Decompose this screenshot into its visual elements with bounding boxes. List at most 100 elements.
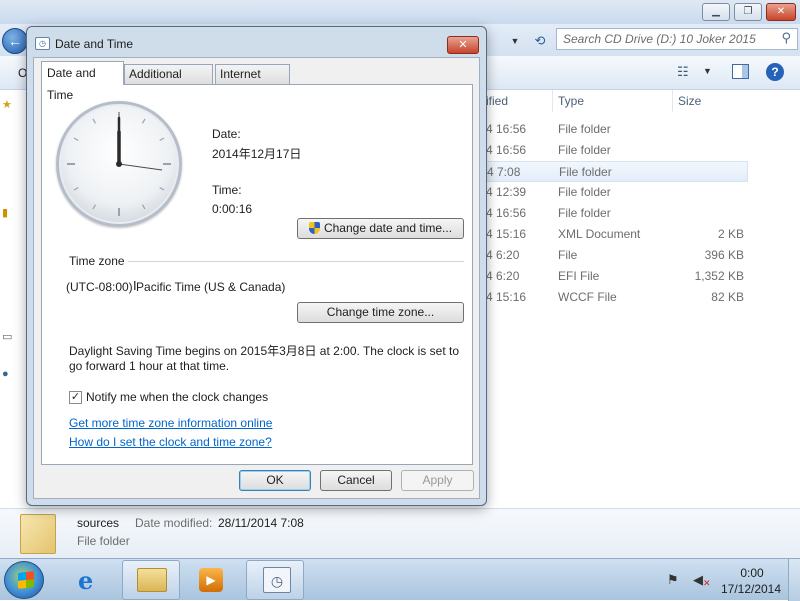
maximize-button[interactable]: ❐ [734, 3, 762, 21]
time-zone-info-link[interactable]: Get more time zone information online [69, 416, 272, 430]
refresh-icon[interactable]: ⟲ [530, 32, 550, 50]
file-row[interactable]: 4 15:16 XML Document 2 KB [486, 224, 800, 245]
file-row[interactable]: 4 16:56 File folder [486, 203, 800, 224]
details-name: sources [77, 516, 120, 530]
network-icon[interactable]: ● [2, 368, 9, 380]
start-button[interactable] [4, 561, 44, 599]
file-modified: 4 16:56 [486, 206, 527, 220]
text-cursor-icon: I [133, 278, 137, 293]
file-row[interactable]: 4 16:56 File folder [486, 140, 800, 161]
search-icon[interactable]: ⚲ [781, 30, 791, 46]
file-modified: 4 16:56 [486, 143, 527, 157]
hour-mark [73, 186, 79, 191]
taskbar-internet-explorer[interactable]: e [68, 560, 114, 600]
analog-clock-face [67, 112, 171, 216]
time-value: 0:00:16 [212, 202, 253, 216]
dialog-close-button[interactable]: ✕ [447, 36, 479, 54]
apply-button[interactable]: Apply [401, 470, 474, 491]
navigation-pane: ★ ▮ ▭ ● [0, 90, 20, 508]
folder-icon [20, 514, 56, 554]
file-row[interactable]: 4 12:39 File folder [486, 182, 800, 203]
file-modified: 4 15:16 [486, 290, 527, 304]
favorites-icon[interactable]: ★ [2, 98, 12, 111]
views-icon[interactable]: ☷ [677, 64, 689, 80]
time-label: Time: [212, 183, 242, 197]
date-time-icon: ◷ [35, 37, 50, 50]
file-row-selected[interactable]: 4 7:08 File folder [486, 161, 748, 182]
action-center-flag-icon[interactable]: ⚑ [667, 572, 679, 588]
taskbar-date-time[interactable]: ◷ [246, 560, 304, 600]
column-divider[interactable] [672, 90, 673, 112]
tab-date-and-time[interactable]: Date and Time [41, 61, 124, 102]
file-row[interactable]: 4 16:56 File folder [486, 119, 800, 140]
file-row[interactable]: 4 15:16 WCCF File 82 KB [486, 287, 800, 308]
preview-pane-icon[interactable] [732, 64, 749, 79]
file-row[interactable]: 4 6:20 EFI File 1,352 KB [486, 266, 800, 287]
file-modified: 4 12:39 [486, 185, 527, 199]
ok-button[interactable]: OK [239, 470, 311, 491]
tab-additional-clocks[interactable]: Additional Clocks [124, 64, 213, 99]
help-icon[interactable]: ? [766, 63, 784, 81]
hour-mark [92, 118, 97, 124]
details-type: File folder [77, 534, 130, 548]
hour-mark [92, 204, 97, 210]
back-button[interactable]: ← [2, 28, 28, 54]
file-row[interactable]: 4 6:20 File 396 KB [486, 245, 800, 266]
tab-internet-time[interactable]: Internet Time [215, 64, 290, 99]
dialog-title: Date and Time [55, 37, 134, 51]
minimize-button[interactable]: ▁ [702, 3, 730, 21]
explorer-close-button[interactable]: ✕ [766, 3, 796, 21]
file-modified: 4 6:20 [486, 269, 520, 283]
file-type: File folder [558, 206, 611, 220]
libraries-icon[interactable]: ▮ [2, 206, 8, 219]
search-input[interactable]: Search CD Drive (D:) 10 Joker 2015 ⚲ [556, 28, 798, 50]
file-list-header: ified Type Size [486, 90, 800, 112]
change-date-time-button[interactable]: Change date and time... [297, 218, 464, 239]
hour-mark [159, 137, 165, 142]
file-type: EFI File [558, 269, 600, 283]
internet-explorer-icon: e [78, 566, 94, 595]
change-time-zone-button[interactable]: Change time zone... [297, 302, 464, 323]
calendar-clock-icon: ◷ [263, 567, 291, 593]
file-modified: 4 7:08 [487, 165, 521, 179]
explorer-titlebar: ▁ ❐ ✕ [0, 0, 800, 24]
date-value: 2014年12月17日 [212, 147, 302, 161]
windows-logo-icon [18, 571, 34, 589]
column-divider[interactable] [552, 90, 553, 112]
column-type[interactable]: Type [558, 94, 584, 108]
dialog-titlebar[interactable]: ◷ Date and Time ✕ [27, 27, 486, 57]
file-size: 396 KB [704, 248, 744, 262]
dst-info-text: Daylight Saving Time begins on 2015年3月8日… [69, 344, 459, 373]
address-dropdown-icon[interactable]: ▼ [506, 32, 524, 50]
tray-clock-date[interactable]: 17/12/2014 [718, 582, 784, 596]
change-date-time-label: Change date and time... [323, 221, 453, 235]
column-size[interactable]: Size [678, 94, 701, 108]
hour-mark [159, 186, 165, 191]
media-player-icon: ▶ [199, 568, 223, 592]
file-size: 2 KB [717, 227, 744, 241]
notify-checkbox-label[interactable]: Notify me when the clock changes [86, 390, 268, 404]
file-modified: 4 16:56 [486, 122, 527, 136]
clock-center-pin [116, 161, 122, 167]
taskbar-media-player[interactable]: ▶ [186, 560, 236, 600]
cancel-button[interactable]: Cancel [320, 470, 392, 491]
file-size: 82 KB [711, 290, 744, 304]
tray-clock-time[interactable]: 0:00 [724, 566, 780, 580]
uac-shield-icon [308, 222, 320, 234]
taskbar-windows-explorer[interactable] [122, 560, 180, 600]
details-modified-label: Date modified: [135, 516, 213, 530]
file-type: File folder [558, 122, 611, 136]
time-zone-divider [128, 261, 464, 262]
date-label: Date: [212, 127, 241, 141]
time-zone-value: (UTC-08:00) Pacific Time (US & Canada) [66, 280, 286, 294]
search-placeholder: Search CD Drive (D:) 10 Joker 2015 [563, 32, 756, 46]
computer-icon[interactable]: ▭ [2, 330, 12, 343]
volume-icon[interactable]: ◀ [693, 572, 703, 588]
taskbar: e ▶ ◷ ⚑ ◀ ✕ 0:00 17/12/2014 [0, 558, 800, 601]
views-dropdown-icon[interactable]: ▼ [703, 66, 712, 76]
show-desktop-button[interactable] [788, 559, 800, 601]
help-set-clock-link[interactable]: How do I set the clock and time zone? [69, 435, 272, 449]
notify-checkbox[interactable]: ✓ [69, 391, 82, 404]
date-time-dialog: ◷ Date and Time ✕ Date and Time Addition… [26, 26, 487, 506]
column-date-modified[interactable]: ified [486, 94, 508, 108]
